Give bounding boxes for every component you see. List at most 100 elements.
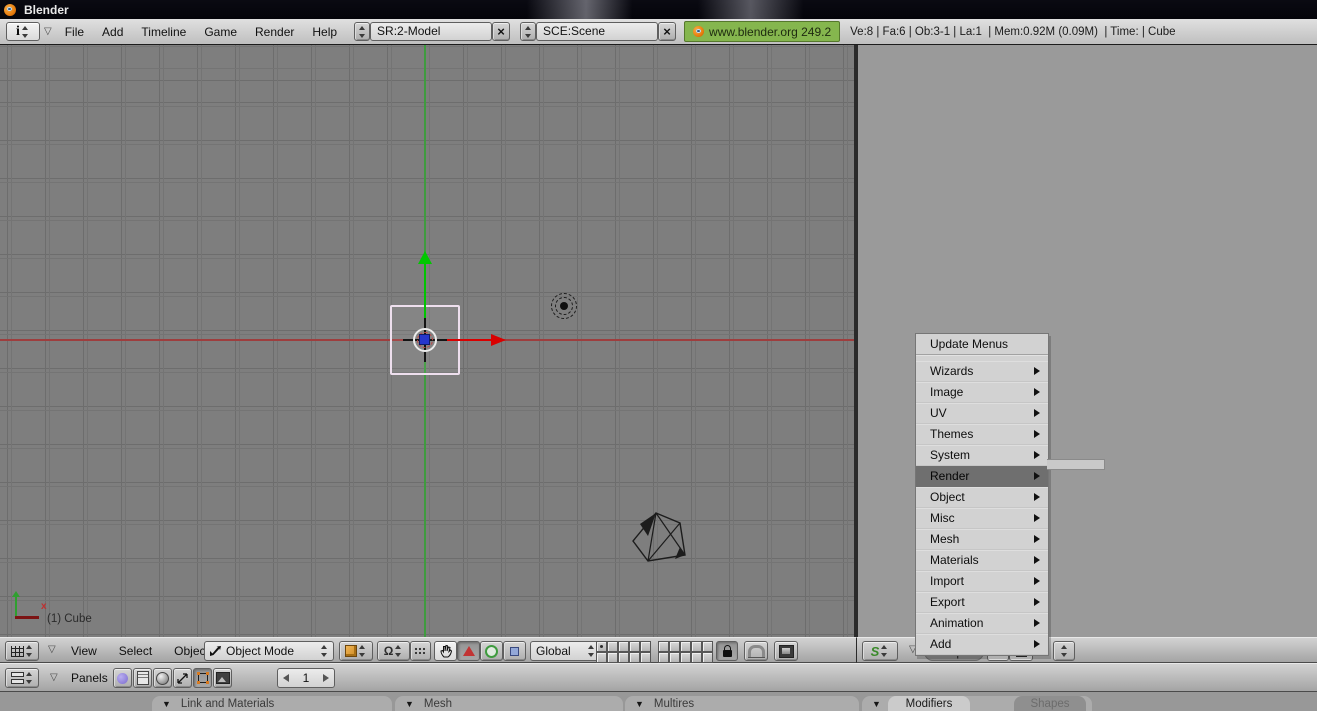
panel-multires[interactable]: ▼ Multires xyxy=(625,696,859,711)
menu-item-misc[interactable]: Misc xyxy=(916,508,1048,529)
screen-selector-field[interactable]: SR:2-Model xyxy=(370,22,492,41)
pivot-stepper[interactable] xyxy=(394,644,403,658)
viewport-menu-view[interactable]: View xyxy=(60,644,108,658)
object-context-button[interactable] xyxy=(173,668,192,688)
frame-increment-icon[interactable] xyxy=(323,674,329,682)
manipulator-toggle-button[interactable] xyxy=(434,641,457,661)
menu-item-system[interactable]: System xyxy=(916,445,1048,466)
scene-selector-field[interactable]: SCE:Scene xyxy=(536,22,658,41)
layer-cell[interactable] xyxy=(658,652,669,663)
menubar-menu-render[interactable]: Render xyxy=(246,25,303,39)
scene-close-button[interactable]: × xyxy=(658,22,676,41)
editor-type-stepper[interactable] xyxy=(25,671,34,685)
script-context-button[interactable] xyxy=(133,668,152,688)
menu-item-import[interactable]: Import xyxy=(916,571,1048,592)
pivot-point-button[interactable]: Ω xyxy=(377,641,410,661)
screen-close-button[interactable]: × xyxy=(492,22,510,41)
draw-type-button[interactable] xyxy=(339,641,373,661)
camera-object[interactable] xyxy=(627,510,689,566)
panel-mesh[interactable]: ▼ Mesh xyxy=(395,696,623,711)
editing-context-button[interactable] xyxy=(193,668,212,688)
scale-manipulator-button[interactable] xyxy=(503,641,526,661)
menu-item-update-menus[interactable]: Update Menus xyxy=(916,334,1048,354)
collapse-triangle-icon[interactable]: ▽ xyxy=(44,26,52,37)
layer-cell[interactable] xyxy=(596,641,607,652)
rotate-manipulator-button[interactable] xyxy=(480,641,503,661)
menu-item-animation[interactable]: Animation xyxy=(916,613,1048,634)
layer-cell[interactable] xyxy=(702,652,713,663)
move-centers-only-button[interactable] xyxy=(410,641,431,661)
menubar-menu-game[interactable]: Game xyxy=(195,25,246,39)
layer-cell[interactable] xyxy=(618,641,629,652)
panel-collapse-icon[interactable]: ▼ xyxy=(872,699,881,709)
3d-viewport[interactable]: x (1) Cube xyxy=(0,45,856,637)
mode-selector-dropdown[interactable]: Object Mode xyxy=(204,641,334,661)
orientation-stepper[interactable] xyxy=(587,644,596,658)
layer-cell[interactable] xyxy=(629,652,640,663)
frame-decrement-icon[interactable] xyxy=(283,674,289,682)
manipulator-red-arrowhead[interactable] xyxy=(491,334,506,346)
layer-cell[interactable] xyxy=(658,641,669,652)
menu-item-wizards[interactable]: Wizards xyxy=(916,361,1048,382)
version-badge[interactable]: www.blender.org 249.2 xyxy=(684,21,840,42)
layer-cell[interactable] xyxy=(669,641,680,652)
logic-context-button[interactable] xyxy=(113,668,132,688)
shading-context-button[interactable] xyxy=(153,668,172,688)
layer-cell[interactable] xyxy=(680,652,691,663)
viewport-menu-select[interactable]: Select xyxy=(108,644,163,658)
scripts-stepper-button[interactable] xyxy=(1053,641,1075,661)
panels-menu[interactable]: Panels xyxy=(62,671,117,685)
layer-cell[interactable] xyxy=(640,652,651,663)
layer-cell[interactable] xyxy=(607,641,618,652)
panel-collapse-icon[interactable]: ▼ xyxy=(635,699,644,709)
scene-stepper-button[interactable] xyxy=(520,22,536,41)
menu-item-image[interactable]: Image xyxy=(916,382,1048,403)
layer-cell[interactable] xyxy=(702,641,713,652)
title-bar[interactable]: Blender xyxy=(0,0,1317,19)
layer-buttons-group-2[interactable] xyxy=(658,641,713,663)
lock-layers-button[interactable] xyxy=(716,641,738,661)
menu-item-mesh[interactable]: Mesh xyxy=(916,529,1048,550)
layer-cell[interactable] xyxy=(629,641,640,652)
layer-cell[interactable] xyxy=(596,652,607,663)
menubar-menu-add[interactable]: Add xyxy=(93,25,132,39)
layer-cell[interactable] xyxy=(640,641,651,652)
editor-type-button-info[interactable]: i xyxy=(6,22,40,41)
editor-type-stepper[interactable] xyxy=(880,644,889,658)
editor-type-button-scripts[interactable]: S xyxy=(862,641,898,661)
editor-type-stepper[interactable] xyxy=(21,25,30,39)
panel-collapse-icon[interactable]: ▼ xyxy=(405,699,414,709)
menu-item-themes[interactable]: Themes xyxy=(916,424,1048,445)
menu-item-materials[interactable]: Materials xyxy=(916,550,1048,571)
editor-type-button-3dview[interactable] xyxy=(5,641,39,661)
orientation-dropdown[interactable]: Global xyxy=(530,641,602,661)
manipulator-green-arrowhead[interactable] xyxy=(418,251,432,264)
menu-item-object[interactable]: Object xyxy=(916,487,1048,508)
layer-cell[interactable] xyxy=(618,652,629,663)
tab-modifiers[interactable]: Modifiers xyxy=(888,696,970,711)
layer-cell[interactable] xyxy=(680,641,691,652)
mode-selector-stepper[interactable] xyxy=(320,644,329,658)
menu-item-render[interactable]: Render xyxy=(916,466,1048,487)
panel-collapse-icon[interactable]: ▼ xyxy=(162,699,171,709)
snap-button[interactable] xyxy=(744,641,768,661)
menubar-menu-help[interactable]: Help xyxy=(303,25,346,39)
draw-type-stepper[interactable] xyxy=(358,644,367,658)
menu-item-uv[interactable]: UV xyxy=(916,403,1048,424)
menubar-menu-timeline[interactable]: Timeline xyxy=(132,25,195,39)
frame-number-field[interactable]: 1 xyxy=(277,668,335,688)
menu-item-add[interactable]: Add xyxy=(916,634,1048,655)
menu-item-export[interactable]: Export xyxy=(916,592,1048,613)
collapse-triangle-icon[interactable]: ▽ xyxy=(48,644,56,655)
translate-manipulator-button[interactable] xyxy=(457,641,480,661)
panel-modifiers-shapes[interactable]: ▼ Modifiers Shapes xyxy=(862,696,1092,711)
layer-cell[interactable] xyxy=(691,652,702,663)
layer-cell[interactable] xyxy=(691,641,702,652)
screen-stepper-button[interactable] xyxy=(354,22,370,41)
collapse-triangle-icon[interactable]: ▽ xyxy=(50,672,58,683)
scene-context-button[interactable] xyxy=(213,668,232,688)
tab-shapes[interactable]: Shapes xyxy=(1014,696,1086,711)
panel-link-and-materials[interactable]: ▼ Link and Materials xyxy=(152,696,392,711)
editor-type-stepper[interactable] xyxy=(25,644,34,658)
lamp-object[interactable] xyxy=(551,293,577,319)
